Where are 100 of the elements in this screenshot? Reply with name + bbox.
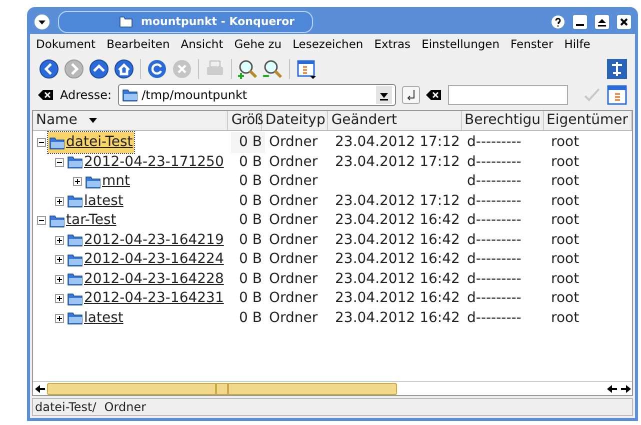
folder-icon [67, 272, 83, 286]
expand-icon[interactable] [55, 255, 64, 264]
folder-label[interactable]: latest [66, 190, 124, 212]
menu-item[interactable]: Gehe zu [234, 36, 282, 54]
enter-icon[interactable] [402, 86, 420, 104]
tree-row[interactable]: tar-Test 0 B Ordner 23.04.2012 16:42 d--------- root [33, 211, 632, 230]
status-type: Ordner [104, 399, 146, 416]
scroll-left-icon[interactable] [33, 382, 47, 394]
app-logo-icon[interactable] [607, 59, 627, 79]
owner-cell-text: root [550, 230, 580, 250]
home-icon[interactable] [113, 58, 135, 80]
tree-row[interactable]: 2012-04-23-164231 0 B Ordner 23.04.2012 16:42 d--------- root [33, 289, 632, 308]
menu-item[interactable]: Lesezeichen [292, 36, 364, 54]
owner-cell-text: root [550, 270, 580, 289]
size-cell-text: 0 B [238, 211, 263, 230]
type-cell-text: Ordner [268, 211, 319, 230]
folder-label[interactable]: tar-Test [48, 210, 118, 232]
owner-cell-text: root [550, 133, 580, 152]
collapse-icon[interactable] [37, 138, 46, 148]
modified-cell-text: 23.04.2012 16:42 [334, 250, 461, 270]
owner-cell-text: root [550, 211, 580, 230]
column-header[interactable]: Dateityp [262, 111, 328, 130]
column-header[interactable]: Berechtigu [462, 111, 544, 130]
view-mode-icon[interactable] [295, 58, 317, 80]
checkmark-icon[interactable] [583, 87, 601, 103]
minimize-icon[interactable] [573, 15, 587, 29]
folder-icon [67, 292, 83, 306]
expand-icon[interactable] [55, 236, 64, 245]
menu-item[interactable]: Bearbeiten [106, 36, 170, 54]
close-icon[interactable] [617, 15, 631, 29]
permissions-cell-text: d--------- [466, 152, 522, 172]
column-header[interactable]: Eigentümer [544, 111, 632, 130]
scroll-arrows-icon[interactable] [606, 382, 632, 394]
size-cell-text: 0 B [238, 152, 263, 172]
tree-row[interactable]: latest 0 B Ordner 23.04.2012 17:12 d--------- root [33, 192, 632, 211]
expand-icon[interactable] [55, 196, 64, 206]
modified-cell-text: 23.04.2012 16:42 [334, 308, 461, 328]
expand-icon[interactable] [55, 294, 64, 304]
clear-icon[interactable] [426, 89, 442, 101]
search-field[interactable] [448, 85, 568, 105]
type-cell-text: Ordner [268, 308, 319, 328]
size-cell-text: 0 B [238, 230, 263, 250]
tree-row[interactable]: 2012-04-23-164228 0 B Ordner 23.04.2012 16:42 d--------- root [33, 270, 632, 289]
menu-item[interactable]: Hilfe [564, 36, 590, 54]
tree-row[interactable]: 2012-04-23-164219 0 B Ordner 23.04.2012 16:42 d--------- root [33, 230, 632, 250]
type-cell-text: Ordner [268, 250, 319, 270]
expand-icon[interactable] [55, 314, 64, 323]
menu-item[interactable]: Fenster [510, 36, 554, 54]
size-cell-text: 0 B [238, 192, 263, 211]
expand-icon[interactable] [73, 177, 82, 186]
menu-item[interactable]: Dokument [36, 36, 96, 54]
menu-item[interactable]: Einstellungen [422, 36, 500, 54]
folder-label[interactable]: 2012-04-23-164228 [66, 268, 225, 290]
folder-icon [67, 252, 83, 267]
tree-row[interactable]: latest 0 B Ordner 23.04.2012 16:42 d--------- root [33, 308, 632, 328]
view-mode-icon[interactable] [607, 85, 627, 105]
permissions-cell-text: d--------- [466, 192, 522, 211]
tree-row[interactable]: 2012-04-23-164224 0 B Ordner 23.04.2012 16:42 d--------- root [33, 250, 632, 270]
type-cell-text: Ordner [268, 289, 319, 308]
tree-row[interactable]: mnt 0 B Ordner d--------- root [33, 172, 632, 192]
folder-label[interactable]: latest [66, 308, 124, 329]
collapse-icon[interactable] [55, 158, 64, 167]
owner-cell-text: root [550, 192, 580, 211]
owner-cell-text: root [550, 172, 580, 192]
address-label: Adresse: [60, 87, 112, 104]
collapse-icon[interactable] [37, 216, 46, 226]
folder-label[interactable]: 2012-04-23-164219 [66, 230, 225, 251]
column-header[interactable]: Name [33, 111, 228, 130]
zoom-out-icon[interactable] [262, 58, 284, 80]
reload-icon[interactable] [146, 58, 168, 80]
size-cell-text: 0 B [238, 289, 263, 308]
tree-row[interactable]: datei-Test 0 B Ordner 23.04.2012 17:12 d--------- root [33, 133, 632, 152]
column-header[interactable]: Größ [228, 111, 262, 130]
menu-item[interactable]: Ansicht [180, 36, 224, 54]
window-menu-icon[interactable] [34, 14, 50, 30]
horizontal-scrollbar[interactable] [33, 381, 632, 395]
folder-label[interactable]: 2012-04-23-164224 [66, 249, 225, 270]
scrollbar-thumb[interactable] [47, 382, 397, 394]
sort-down-icon[interactable] [89, 118, 98, 123]
help-icon[interactable] [551, 15, 565, 29]
owner-cell-text: root [550, 289, 580, 308]
tree-row[interactable]: 2012-04-23-171250 0 B Ordner 23.04.2012 17:12 d--------- root [33, 152, 632, 172]
folder-label[interactable]: datei-Test [48, 132, 134, 154]
permissions-cell-text: d--------- [466, 270, 522, 289]
folder-label[interactable]: 2012-04-23-164231 [66, 288, 225, 310]
zoom-in-icon[interactable] [237, 58, 259, 80]
expand-icon[interactable] [55, 274, 64, 284]
permissions-cell-text: d--------- [466, 211, 522, 230]
column-header[interactable]: Geändert [328, 111, 462, 130]
folder-label[interactable]: 2012-04-23-171250 [66, 152, 225, 173]
dropdown-icon[interactable] [376, 86, 392, 104]
modified-cell-text: 23.04.2012 17:12 [334, 152, 461, 172]
folder-label[interactable]: mnt [84, 171, 131, 192]
size-cell: 0 B [231, 132, 265, 154]
menu-item[interactable]: Extras [374, 36, 411, 54]
folder-icon [122, 88, 138, 102]
folder-icon [67, 155, 83, 170]
address-field[interactable]: /tmp/mountpunkt [118, 84, 396, 106]
maximize-icon[interactable] [595, 15, 609, 29]
clear-icon[interactable] [38, 89, 54, 101]
